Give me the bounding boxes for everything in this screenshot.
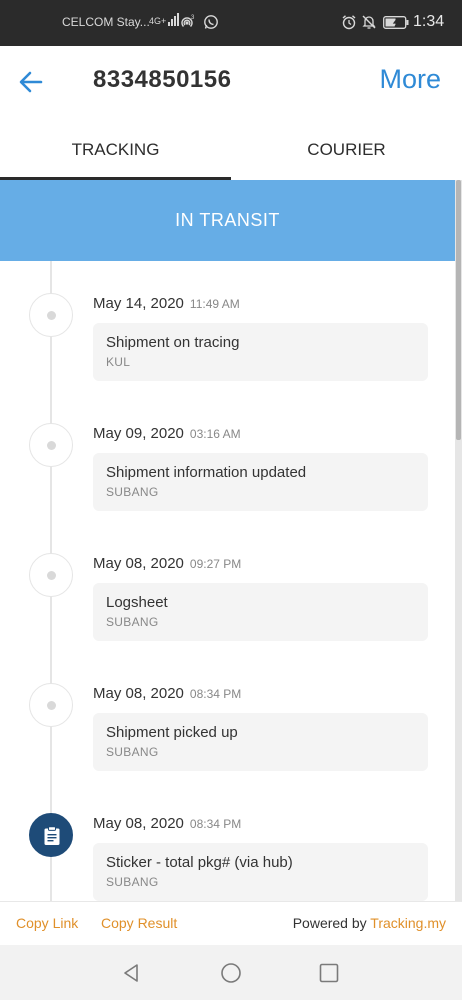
- tab-bar: TRACKING COURIER: [0, 120, 462, 180]
- event-time: 11:49 AM: [189, 297, 240, 311]
- footer-bar: Copy Link Copy Result Powered by Trackin…: [0, 901, 462, 945]
- timeline-event: May 09, 2020 03:16 AM Shipment informatio…: [0, 391, 455, 521]
- timeline-event: May 08, 2020 09:27 PM Logsheet SUBANG: [0, 521, 455, 651]
- event-description: Sticker - total pkg# (via hub): [106, 854, 293, 871]
- tracking-timeline[interactable]: May 14, 2020 11:49 AM Shipment on tracing…: [0, 261, 455, 901]
- hotspot-badge: 3: [191, 15, 195, 21]
- event-card: Shipment on tracing KUL: [93, 323, 428, 381]
- event-date: May 08, 2020 08:34 PM: [93, 685, 242, 702]
- event-description: Shipment picked up: [106, 724, 238, 741]
- powered-by-text: Powered by Tracking.my: [292, 915, 446, 931]
- timeline-event: May 08, 2020 08:34 PM Sticker - total pkg…: [0, 781, 455, 901]
- status-banner: IN TRANSIT: [0, 180, 455, 261]
- event-time: 08:34 PM: [189, 687, 242, 701]
- mute-notification-icon: [362, 15, 376, 29]
- event-card: Shipment picked up SUBANG: [93, 713, 428, 771]
- event-date: May 08, 2020 08:34 PM: [93, 815, 242, 832]
- timeline-event: May 08, 2020 08:34 PM Shipment picked up …: [0, 651, 455, 781]
- event-date: May 14, 2020 11:49 AM: [93, 295, 240, 312]
- timeline-dot-icon: [29, 553, 73, 597]
- clock: 1:34: [413, 13, 445, 30]
- scrollbar[interactable]: [455, 180, 462, 901]
- tracking-number-title: 8334850156: [93, 66, 232, 93]
- system-nav-bar: [0, 945, 462, 1000]
- event-location: KUL: [106, 355, 131, 369]
- copy-result-button[interactable]: Copy Result: [101, 915, 177, 931]
- status-bar: CELCOM Stay... 4G+ 3 1:34: [0, 0, 462, 46]
- timeline-dot-icon: [29, 293, 73, 337]
- event-description: Shipment information updated: [106, 464, 307, 481]
- event-location: SUBANG: [106, 615, 159, 629]
- timeline-dot-icon: [29, 683, 73, 727]
- recents-square-icon[interactable]: [318, 962, 340, 984]
- clipboard-icon: [29, 813, 73, 857]
- battery-charging-icon: [383, 16, 409, 29]
- app-bar: 8334850156 More: [0, 46, 462, 120]
- status-banner-text: IN TRANSIT: [175, 210, 280, 230]
- back-arrow-icon[interactable]: [18, 69, 44, 95]
- event-description: Logsheet: [106, 594, 168, 611]
- event-location: SUBANG: [106, 485, 159, 499]
- back-triangle-icon[interactable]: [120, 962, 142, 984]
- event-time: 08:34 PM: [189, 817, 242, 831]
- brand-link[interactable]: Tracking.my: [370, 915, 446, 931]
- event-location: SUBANG: [106, 745, 159, 759]
- more-button[interactable]: More: [379, 64, 441, 95]
- home-circle-icon[interactable]: [220, 962, 242, 984]
- signal-strength-icon: 4G+: [149, 12, 180, 26]
- scrollbar-thumb[interactable]: [456, 180, 461, 440]
- event-location: SUBANG: [106, 875, 159, 889]
- network-type: 4G+: [149, 16, 167, 26]
- timeline-dot-icon: [29, 423, 73, 467]
- whatsapp-icon: [204, 15, 218, 29]
- event-card: Sticker - total pkg# (via hub) SUBANG: [93, 843, 428, 901]
- timeline-event: May 14, 2020 11:49 AM Shipment on tracing…: [0, 261, 455, 391]
- tab-tracking[interactable]: TRACKING: [0, 120, 231, 180]
- event-description: Shipment on tracing: [106, 334, 240, 351]
- event-time: 09:27 PM: [189, 557, 242, 571]
- copy-link-button[interactable]: Copy Link: [16, 915, 78, 931]
- tab-courier[interactable]: COURIER: [231, 120, 462, 180]
- event-date: May 08, 2020 09:27 PM: [93, 555, 242, 572]
- carrier-name: CELCOM Stay...: [62, 15, 150, 29]
- event-date: May 09, 2020 03:16 AM: [93, 425, 241, 442]
- hotspot-icon: 3: [181, 15, 195, 27]
- event-card: Logsheet SUBANG: [93, 583, 428, 641]
- alarm-icon: [342, 15, 356, 30]
- event-card: Shipment information updated SUBANG: [93, 453, 428, 511]
- event-time: 03:16 AM: [189, 427, 241, 441]
